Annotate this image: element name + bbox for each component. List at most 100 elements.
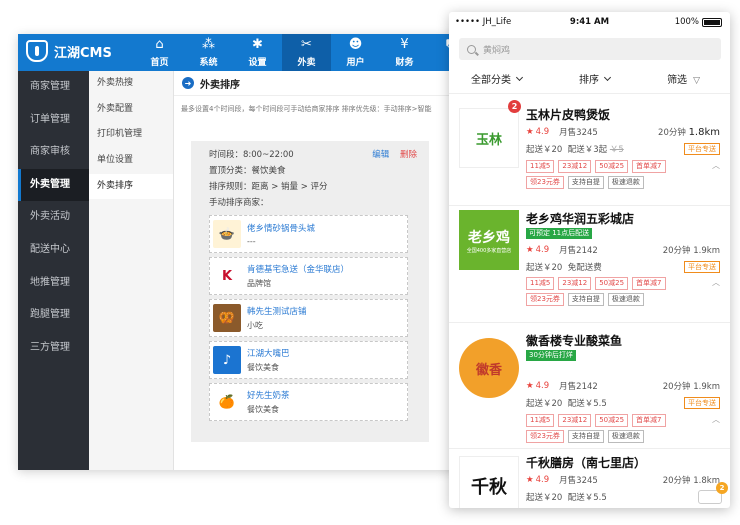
- phone-screen: ••••• JH_Life 9:41 AM 100% 黄焖鸡 全部分类 排序 筛…: [449, 12, 730, 508]
- nav-home[interactable]: ⌂ 首页: [135, 34, 184, 71]
- shop-name[interactable]: 好先生奶茶: [247, 389, 290, 401]
- shop-name[interactable]: 肯德基宅急送（金华联店）: [247, 263, 349, 275]
- shop-thumbnail: 🍊: [213, 388, 241, 416]
- sidebar-item-promotion[interactable]: 地推管理: [18, 267, 89, 300]
- nav-label: 外卖: [297, 57, 316, 68]
- coupon-tag[interactable]: 领23元券: [526, 430, 564, 443]
- gear-icon: ✱: [252, 36, 263, 52]
- store-card[interactable]: 千秋 千秋膳房（南七里店） ★ 4.9 月售3245 20分钟 1.8km 起送￥…: [449, 452, 730, 508]
- store-card[interactable]: 徽香 徽香楼专业酸菜鱼 30分钟后打烊 ★ 4.9 月售2142 20分钟 1.9…: [449, 330, 730, 444]
- status-bar: ••••• JH_Life 9:41 AM 100%: [449, 12, 730, 32]
- subnav-item-printer[interactable]: 打印机管理: [89, 122, 173, 148]
- store-logo-text: 徽香: [475, 362, 502, 378]
- platform-delivery-tag: 平台专送: [684, 143, 720, 155]
- shop-thumb-glyph: 🥨: [218, 310, 236, 326]
- extra-tags: 领23元券 支持自提 极速退款: [526, 430, 648, 443]
- platform-delivery-tag: 平台专送: [684, 397, 720, 409]
- service-tag: 支持自提: [567, 293, 604, 306]
- system-icon: ⁂: [202, 36, 215, 52]
- shop-name[interactable]: 韩先生测试店铺: [247, 305, 307, 317]
- star-icon: ★: [526, 381, 534, 391]
- store-time: 20分钟: [662, 476, 691, 486]
- cart-badge: 2: [716, 482, 728, 494]
- nav-system[interactable]: ⁂ 系统: [184, 34, 233, 71]
- cms-topbar: 江湖CMS ⌂首页 ⁂系统 ✱设置 ✂外卖 ☻用户 ¥财务 ⛟运: [18, 34, 460, 71]
- search-input[interactable]: 黄焖鸡: [459, 38, 721, 60]
- cms-logo[interactable]: 江湖CMS: [26, 40, 112, 62]
- store-logo: 徽香: [459, 338, 519, 398]
- sidebar-item-takeout[interactable]: 外卖管理: [18, 168, 89, 202]
- shop-item[interactable]: ♪ 江湖大嘴巴 餐饮美食: [209, 341, 408, 379]
- nav-settings[interactable]: ✱ 设置: [233, 34, 282, 71]
- store-tag-row: 30分钟后打烊: [526, 350, 720, 361]
- store-rating: 4.9: [535, 381, 550, 391]
- subnav-item-units[interactable]: 单位设置: [89, 148, 173, 174]
- shop-thumbnail: 🍲: [213, 220, 241, 248]
- sort-rule: 排序规则：距离 > 销量 > 评分: [209, 182, 328, 192]
- shop-name[interactable]: 佬乡情砂锅骨头城: [247, 222, 315, 234]
- sidebar-item-merchants[interactable]: 商家管理: [18, 71, 89, 104]
- shop-thumbnail: K: [213, 262, 241, 290]
- service-tag: 支持自提: [567, 176, 604, 189]
- promo-tag: 首单减7: [632, 414, 666, 427]
- coupon-tag[interactable]: 领23元券: [526, 176, 564, 189]
- collapse-icon[interactable]: ︿: [712, 160, 720, 171]
- store-distance: 1.8km: [688, 127, 720, 138]
- user-icon: ☻: [348, 36, 363, 52]
- subnav-item-sorting[interactable]: 外卖排序: [89, 173, 173, 200]
- service-tag: 极速退款: [607, 293, 644, 306]
- subnav-item-config[interactable]: 外卖配置: [89, 97, 173, 123]
- edit-button[interactable]: 编辑: [372, 150, 389, 160]
- cms-subnav: 外卖热搜 外卖配置 打印机管理 单位设置 外卖排序: [89, 71, 174, 470]
- logo-icon: [26, 40, 48, 62]
- shop-item[interactable]: 🥨 韩先生测试店铺 小吃: [209, 299, 408, 337]
- divider: [449, 322, 730, 323]
- sidebar-item-review[interactable]: 商家审核: [18, 136, 89, 169]
- chevron-down-icon: [603, 73, 612, 82]
- row-actions: 编辑 删除: [364, 147, 417, 163]
- shop-name[interactable]: 江湖大嘴巴: [247, 347, 290, 359]
- filter-screen[interactable]: 筛选 ▽: [667, 71, 700, 86]
- nav-takeout[interactable]: ✂ 外卖: [282, 34, 331, 71]
- shop-thumb-glyph: K: [221, 268, 233, 284]
- store-tag-row: 可预定 11点后配送: [526, 228, 720, 239]
- time-range-row: 时间段：8:00~22:00 编辑 删除: [209, 147, 429, 163]
- collapse-icon[interactable]: ︿: [712, 277, 720, 288]
- store-card[interactable]: 老乡鸡 全国400多家直营店 老乡鸡华润五彩城店 可预定 11点后配送 ★ 4.9…: [449, 210, 730, 317]
- arrow-right-icon[interactable]: ➜: [182, 77, 194, 89]
- min-order: 起送￥20: [526, 399, 563, 409]
- status-badge: 可预定 11点后配送: [526, 228, 593, 239]
- search-icon: [467, 44, 476, 54]
- sidebar-item-errand[interactable]: 跑腿管理: [18, 299, 89, 332]
- promo-tag: 23减12: [558, 277, 592, 290]
- store-time: 20分钟: [662, 382, 691, 392]
- nav-users[interactable]: ☻ 用户: [331, 34, 380, 71]
- store-sales: 月售3245: [559, 128, 598, 138]
- shop-item[interactable]: 🍊 好先生奶茶 餐饮美食: [209, 383, 408, 421]
- filter-category[interactable]: 全部分类: [471, 71, 524, 86]
- shop-item[interactable]: K 肯德基宅急送（金华联店） 品牌馆: [209, 257, 408, 295]
- sidebar-item-activities[interactable]: 外卖活动: [18, 201, 89, 234]
- subnav-item-hot-search[interactable]: 外卖热搜: [89, 71, 173, 97]
- nav-finance[interactable]: ¥ 财务: [380, 34, 429, 71]
- store-card[interactable]: 玉林 2 玉林片皮鸭煲饭 ★ 4.9 月售3245 20分钟 1.8km 起送￥2…: [449, 100, 730, 205]
- filter-sort[interactable]: 排序: [579, 71, 612, 86]
- store-delivery: 起送￥20 配送￥3起 ￥5 平台专送: [526, 143, 720, 155]
- time-range: 时间段：8:00~22:00: [209, 150, 294, 160]
- shop-thumbnail: 🥨: [213, 304, 241, 332]
- sidebar-item-thirdparty[interactable]: 三方管理: [18, 332, 89, 365]
- shop-item[interactable]: 🍲 佬乡情砂锅骨头城 ---: [209, 215, 408, 253]
- collapse-icon[interactable]: ︿: [712, 414, 720, 425]
- store-time-distance: 20分钟 1.8km: [663, 474, 720, 486]
- delivery-fee: 配送￥5.5: [567, 399, 607, 409]
- coupon-tag[interactable]: 领23元券: [526, 293, 564, 306]
- promo-tag: 11减5: [526, 277, 555, 290]
- status-badge: 30分钟后打烊: [526, 350, 576, 361]
- filter-bar: 全部分类 排序 筛选 ▽: [449, 64, 730, 94]
- sidebar-item-orders[interactable]: 订单管理: [18, 104, 89, 137]
- sidebar-item-delivery[interactable]: 配送中心: [18, 234, 89, 267]
- funnel-icon: ▽: [693, 76, 700, 86]
- store-time: 20分钟: [658, 128, 686, 138]
- delete-button[interactable]: 删除: [400, 150, 417, 160]
- content-header: ➜ 外卖排序: [174, 71, 460, 96]
